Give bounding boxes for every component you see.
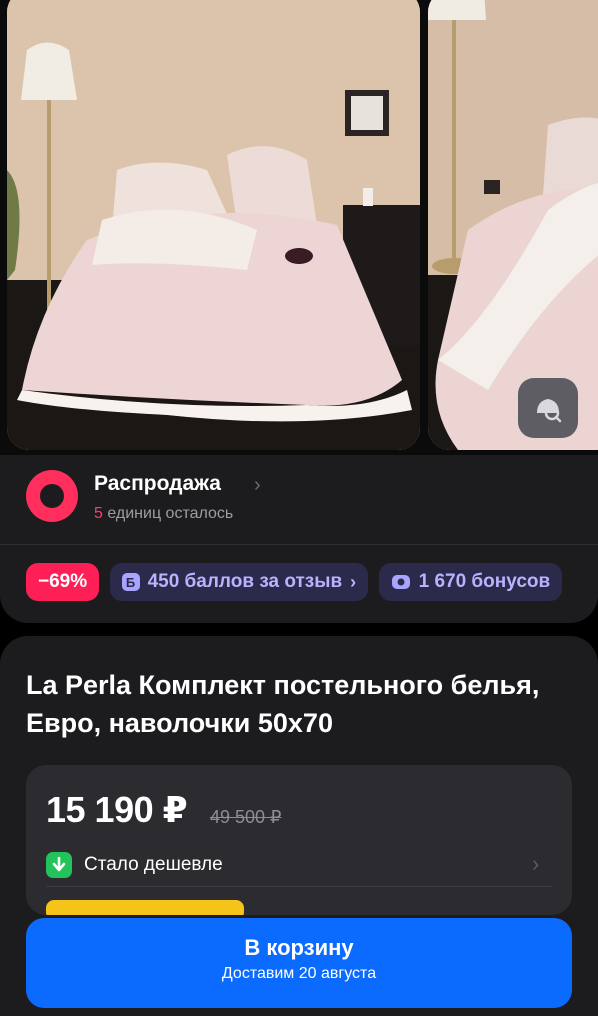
sale-ring-icon xyxy=(26,470,78,522)
image-search-glyph xyxy=(537,399,562,423)
review-points-chip[interactable]: Б 450 баллов за отзыв › xyxy=(109,563,369,601)
product-title: La Perla Комплект постельного белья, Евр… xyxy=(26,670,540,738)
product-photo-main[interactable] xyxy=(7,0,420,450)
discount-badge: −69% xyxy=(26,563,100,601)
add-to-cart-label: В корзину xyxy=(244,935,354,960)
bedroom-photo xyxy=(7,0,420,450)
stock-remaining: 5 единиц осталось xyxy=(94,505,233,523)
arrow-down-icon xyxy=(46,852,72,878)
chevron-right-icon[interactable]: › xyxy=(532,851,539,877)
stock-label: единиц осталось xyxy=(102,505,234,522)
chevron-right-icon[interactable]: › xyxy=(254,474,261,497)
stock-count: 5 xyxy=(94,505,103,522)
divider xyxy=(46,886,552,887)
bonus-label: 1 670 бонусов xyxy=(418,571,551,592)
add-to-cart-button[interactable]: В корзину Доставим 20 августа xyxy=(26,918,572,1008)
points-icon: Б xyxy=(121,573,140,591)
image-search-icon[interactable] xyxy=(518,378,578,438)
current-price: 15 190 ₽ xyxy=(46,789,188,830)
sale-title[interactable]: Распродажа xyxy=(94,472,221,496)
promo-strip[interactable] xyxy=(46,900,244,915)
old-price: 49 500 ₽ xyxy=(210,807,282,827)
delivery-date: Доставим 20 августа xyxy=(221,965,377,982)
divider xyxy=(0,544,598,545)
promo-chips: −69% Б 450 баллов за отзыв › 1 670 бонус… xyxy=(26,563,598,603)
bonus-chip[interactable]: 1 670 бонусов xyxy=(378,563,563,601)
product-gallery[interactable] xyxy=(0,0,598,455)
price-drop-label[interactable]: Стало дешевле xyxy=(84,854,223,876)
review-points-label: 450 баллов за отзыв xyxy=(147,571,343,592)
price-block: 15 190 ₽ 49 500 ₽ Стало дешевле › xyxy=(26,765,572,915)
coins-icon xyxy=(391,573,411,591)
chevron-right-icon: › xyxy=(350,571,357,592)
